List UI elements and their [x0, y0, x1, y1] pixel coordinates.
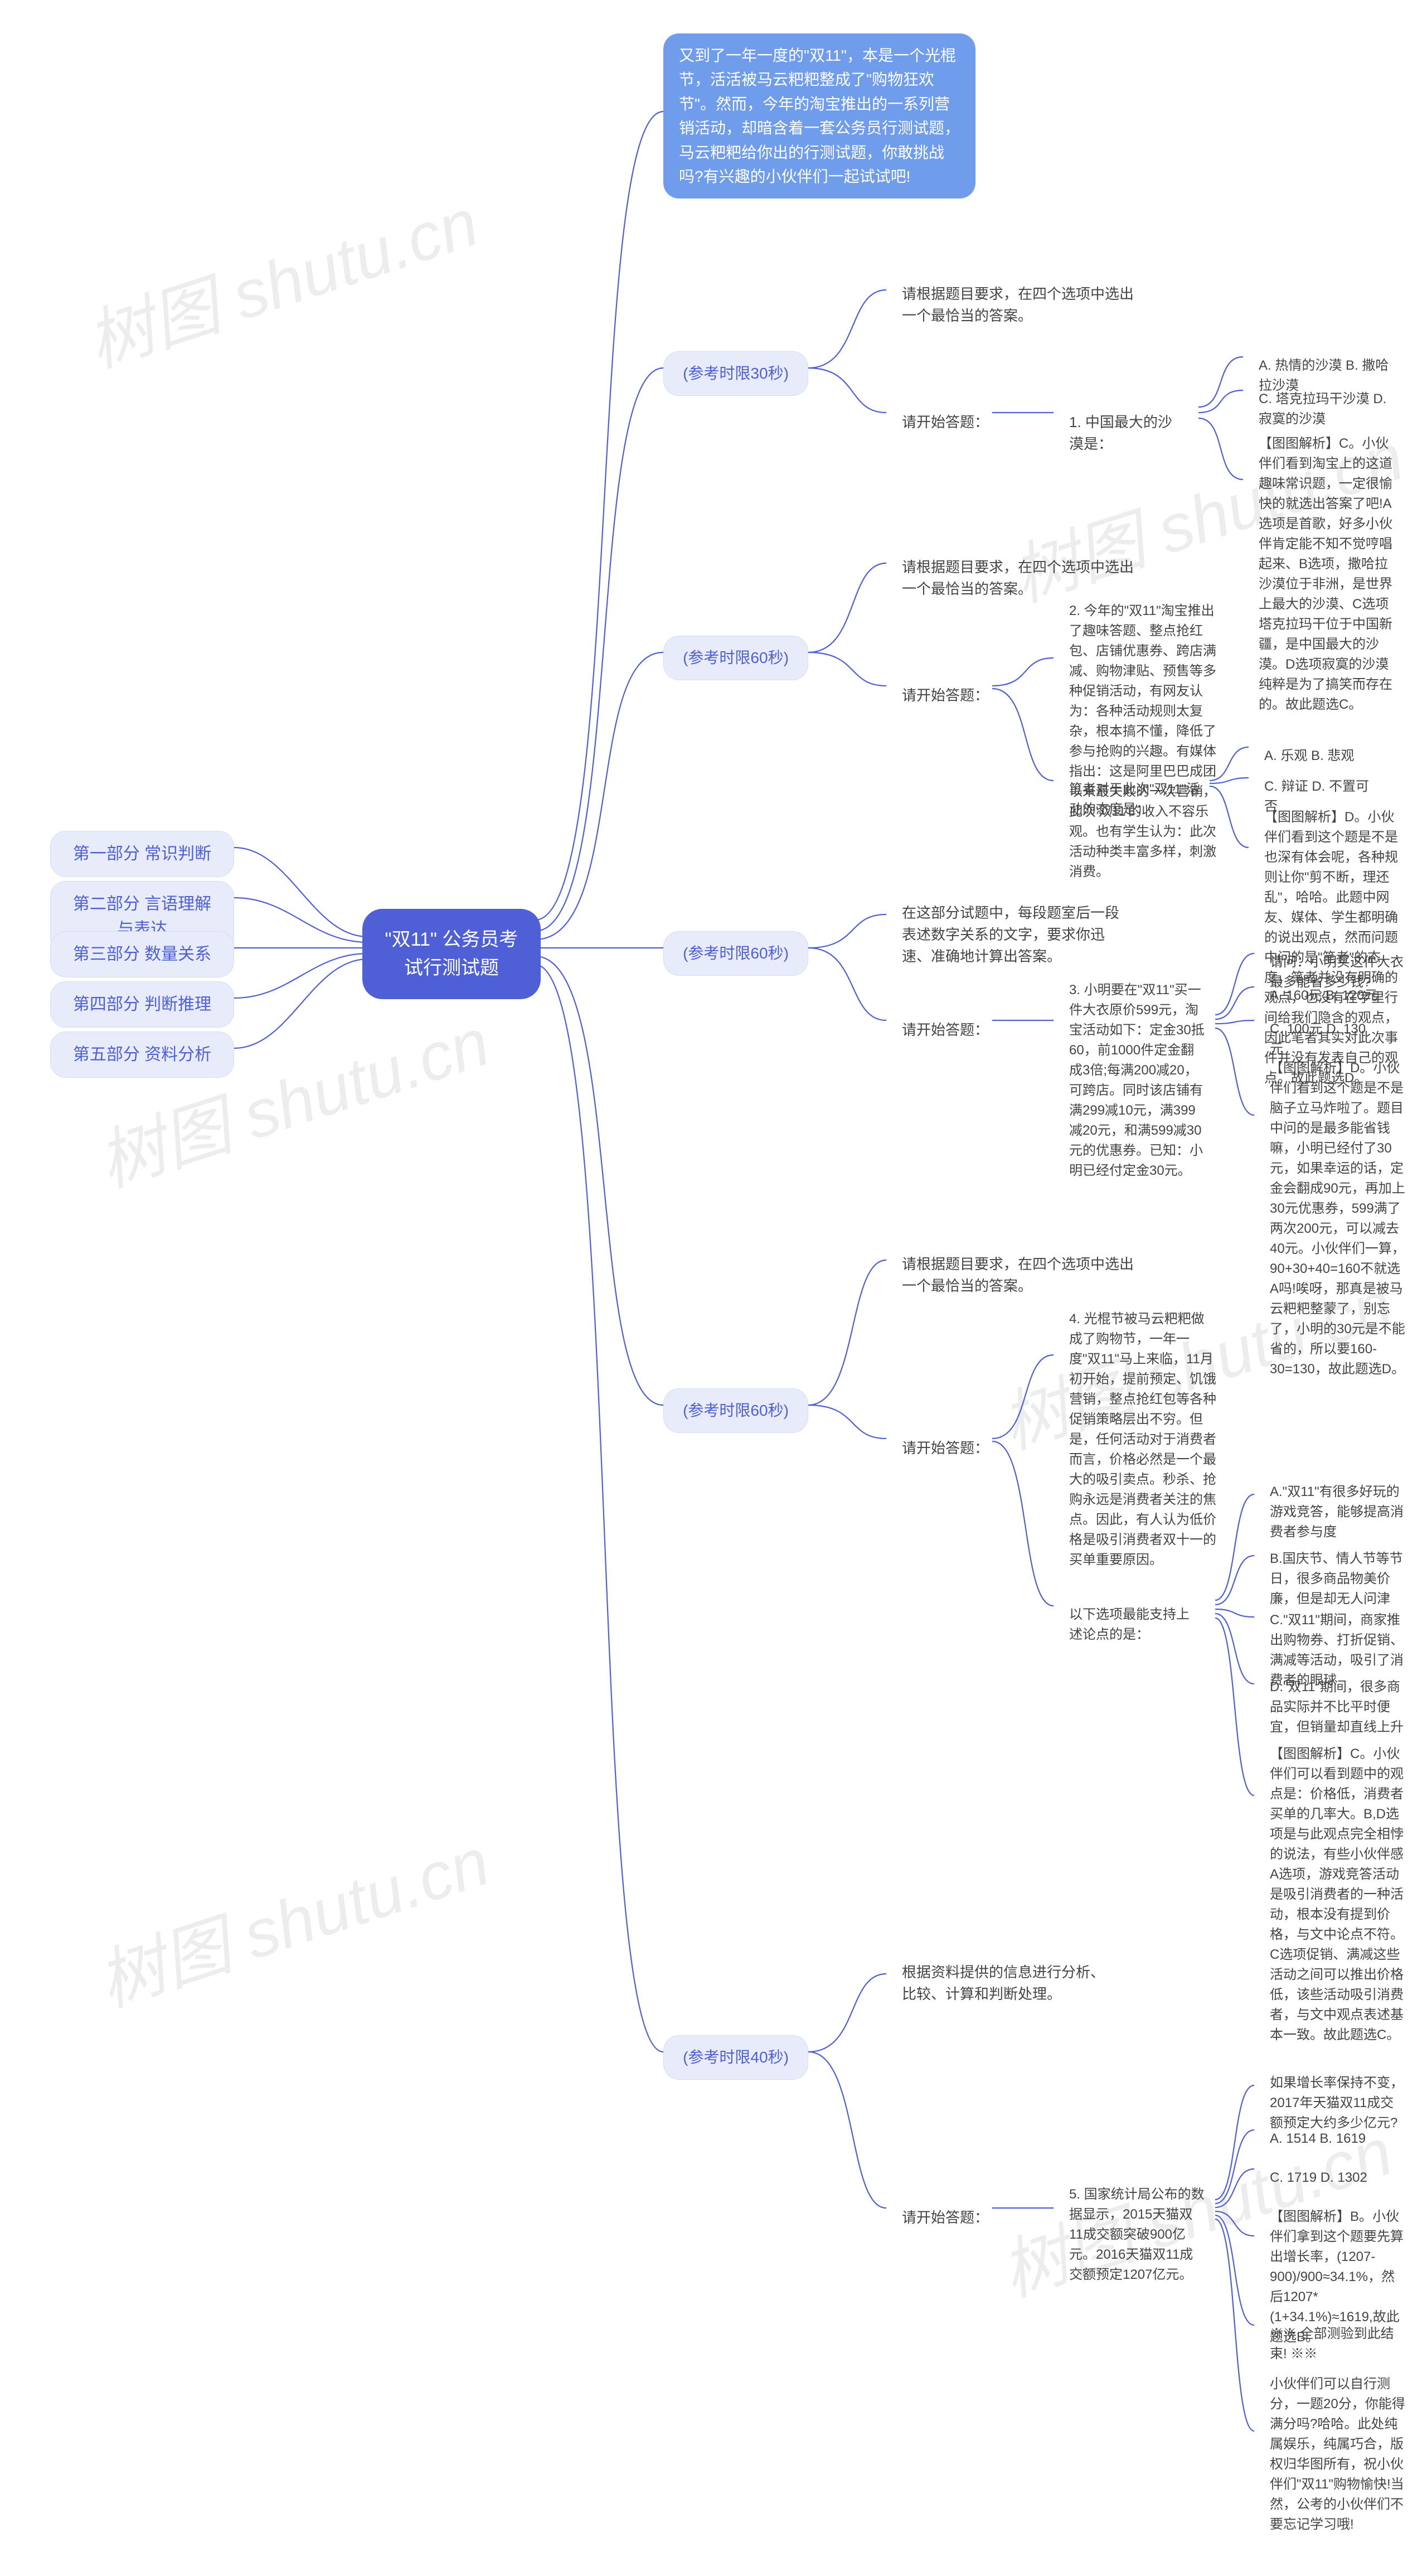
q4-timer[interactable]: (参考时限60秒) [663, 1388, 808, 1433]
q3-analysis: 【图图解析】D。小伙伴们看到这个题是不是脑子立马炸啦了。题目中问的是最多能省钱嘛… [1254, 1048, 1421, 1389]
q1-analysis: 【图图解析】C。小伙伴们看到淘宝上的这道趣味常识题，一定很愉快的就选出答案了吧!… [1243, 424, 1416, 725]
q5-timer[interactable]: (参考时限40秒) [663, 2035, 808, 2080]
intro-node[interactable]: 又到了一年一度的"双11"，本是一个光棍节，活活被马云粑粑整成了"购物狂欢节"。… [663, 33, 975, 198]
q5-instruction: 根据资料提供的信息进行分析、比较、计算和判断处理。 [886, 1952, 1132, 2015]
q3-begin: 请开始答题： [886, 1009, 1004, 1051]
q1-timer[interactable]: (参考时限30秒) [663, 351, 808, 396]
q5-footer2: 小伙伴们可以自行测分，一题20分，你能得满分吗?哈哈。此处纯属娱乐，纯属巧合，版… [1254, 2364, 1421, 2545]
q5-stem: 5. 国家统计局公布的数据显示，2015天猫双11成交额突破900亿元。2016… [1054, 2175, 1221, 2295]
q1-stem: 1. 中国最大的沙漠是： [1054, 401, 1198, 465]
q5-options-cd[interactable]: C. 1719 D. 1302 [1254, 2158, 1394, 2198]
q3-instruction: 在这部分试题中，每段题室后一段表述数字关系的文字，要求你迅速、准确地计算出答案。 [886, 892, 1148, 977]
q5-begin: 请开始答题： [886, 2197, 1004, 2239]
q5-options-ab[interactable]: A. 1514 B. 1619 [1254, 2119, 1394, 2159]
q1-instruction: 请根据题目要求，在四个选项中选出一个最恰当的答案。 [886, 273, 1154, 337]
q4-analysis: 【图图解析】C。小伙伴们可以看到题中的观点是：价格低，消费者买单的几率大。B,D… [1254, 1734, 1421, 2055]
q1-begin: 请开始答题： [886, 401, 1004, 443]
q4-instruction: 请根据题目要求，在四个选项中选出一个最恰当的答案。 [886, 1243, 1154, 1307]
section-3[interactable]: 第三部分 数量关系 [50, 931, 234, 977]
section-5[interactable]: 第五部分 资料分析 [50, 1032, 234, 1078]
watermark: 树图 shutu.cn [73, 168, 488, 386]
section-4[interactable]: 第四部分 判断推理 [50, 981, 234, 1028]
q4-begin: 请开始答题： [886, 1427, 1004, 1469]
q2-begin: 请开始答题： [886, 675, 1004, 716]
q4-stem: 4. 光棍节被马云粑粑做成了购物节，一年一度"双11"马上来临，11月初开始，提… [1054, 1299, 1232, 1580]
q2-timer[interactable]: (参考时限60秒) [663, 636, 808, 680]
section-1[interactable]: 第一部分 常识判断 [50, 831, 234, 877]
q2-stem: 2. 今年的"双11"淘宝推出了趣味答题、整点抢红包、店铺优惠券、跨店满减、购物… [1054, 591, 1232, 892]
q3-timer[interactable]: (参考时限60秒) [663, 931, 808, 976]
root-node[interactable]: "双11" 公务员考试行测试题 [362, 909, 541, 999]
q4-support-stem: 以下选项最能支持上述论点的是： [1054, 1595, 1215, 1655]
q2-attitude-stem: 笔者对于此次"双11"活动的态度是： [1054, 769, 1215, 830]
q3-stem: 3. 小明要在"双11"买一件大衣原价599元，淘宝活动如下：定金30抵60，前… [1054, 970, 1221, 1191]
watermark: 树图 shutu.cn [84, 1808, 499, 2025]
